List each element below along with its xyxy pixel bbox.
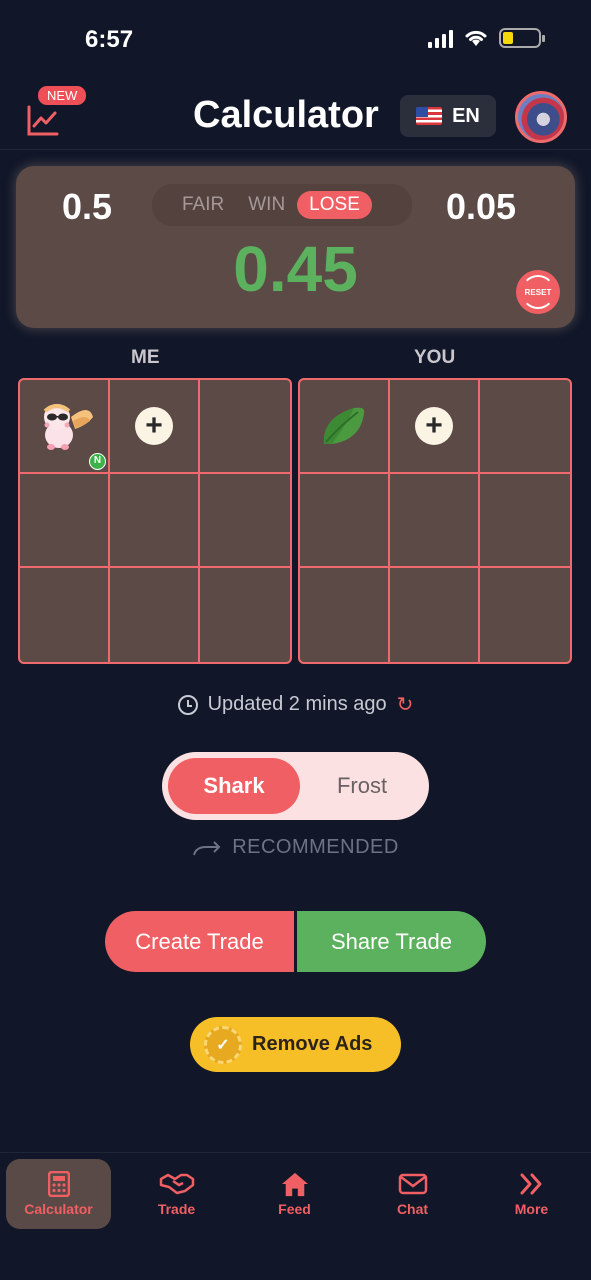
winged-pet-icon bbox=[43, 404, 93, 450]
double-chevron-right-icon bbox=[520, 1173, 541, 1195]
nav-label: Calculator bbox=[24, 1201, 93, 1217]
trend-chart-icon bbox=[27, 105, 59, 136]
language-selector[interactable]: EN bbox=[400, 95, 496, 137]
remove-ads-button[interactable]: ✓ Remove Ads bbox=[190, 1017, 401, 1072]
language-label: EN bbox=[452, 104, 480, 127]
updated-status: Updated 2 mins ago ↻ bbox=[0, 692, 591, 717]
add-item-button[interactable]: + bbox=[135, 407, 173, 445]
tab-lose[interactable]: LOSE bbox=[297, 191, 372, 219]
value-source-toggle: Shark Frost bbox=[162, 752, 429, 820]
trade-value-card: 0.5 FAIR WIN LOSE 0.05 0.45 RESET bbox=[16, 166, 575, 328]
me-item-grid: N + bbox=[18, 378, 292, 664]
mail-icon bbox=[398, 1173, 427, 1195]
you-total-value: 0.05 bbox=[446, 186, 517, 227]
me-total-value: 0.5 bbox=[62, 186, 113, 227]
verified-badge-icon: ✓ bbox=[204, 1025, 242, 1064]
status-time: 6:57 bbox=[85, 26, 134, 53]
status-icons bbox=[428, 28, 545, 48]
you-slot-8[interactable] bbox=[390, 568, 480, 662]
you-slot-1[interactable] bbox=[300, 380, 390, 474]
recommended-label: RECOMMENDED bbox=[232, 836, 399, 858]
new-badge: NEW bbox=[38, 86, 87, 105]
wifi-icon bbox=[465, 30, 487, 46]
you-slot-5[interactable] bbox=[390, 474, 480, 568]
me-slot-6[interactable] bbox=[200, 474, 290, 568]
nav-trade[interactable]: Trade bbox=[124, 1159, 229, 1229]
updated-text: Updated 2 mins ago bbox=[207, 693, 387, 715]
arrow-right-icon bbox=[193, 840, 221, 855]
neon-badge: N bbox=[89, 453, 106, 470]
battery-icon bbox=[499, 28, 545, 48]
you-item-grid: + bbox=[298, 378, 572, 664]
share-trade-button[interactable]: Share Trade bbox=[297, 911, 486, 972]
you-slot-7[interactable] bbox=[300, 568, 390, 662]
me-slot-1[interactable]: N bbox=[20, 380, 110, 474]
stats-button[interactable]: NEW bbox=[26, 86, 87, 142]
handshake-icon bbox=[159, 1173, 194, 1195]
bottom-nav: Calculator Trade Feed Chat More bbox=[0, 1152, 591, 1280]
me-slot-8[interactable] bbox=[110, 568, 200, 662]
me-slot-5[interactable] bbox=[110, 474, 200, 568]
status-bar: 6:57 bbox=[0, 0, 591, 80]
nav-more[interactable]: More bbox=[479, 1159, 584, 1229]
reset-label: RESET bbox=[524, 287, 552, 297]
page-title: Calculator bbox=[193, 94, 379, 136]
tab-fair[interactable]: FAIR bbox=[170, 191, 236, 219]
you-slot-2[interactable]: + bbox=[390, 380, 480, 474]
add-item-button[interactable]: + bbox=[415, 407, 453, 445]
header: NEW Calculator EN bbox=[0, 80, 591, 150]
recommended-hint: RECOMMENDED bbox=[0, 836, 591, 859]
pet-image bbox=[33, 395, 95, 457]
me-slot-9[interactable] bbox=[200, 568, 290, 662]
signal-icon bbox=[428, 28, 453, 48]
you-slot-3[interactable] bbox=[480, 380, 570, 474]
you-slot-6[interactable] bbox=[480, 474, 570, 568]
home-icon bbox=[281, 1172, 308, 1197]
clock-icon bbox=[177, 694, 198, 715]
avatar[interactable] bbox=[515, 91, 567, 143]
leaf-icon bbox=[323, 407, 365, 444]
nav-label: More bbox=[514, 1201, 549, 1217]
me-slot-2[interactable]: + bbox=[110, 380, 200, 474]
me-slot-4[interactable] bbox=[20, 474, 110, 568]
create-trade-button[interactable]: Create Trade bbox=[105, 911, 294, 972]
nav-calculator[interactable]: Calculator bbox=[6, 1159, 111, 1229]
nav-label: Chat bbox=[396, 1201, 429, 1217]
nav-feed[interactable]: Feed bbox=[242, 1159, 347, 1229]
calculator-icon bbox=[47, 1171, 70, 1197]
me-label: ME bbox=[131, 347, 160, 368]
you-label: YOU bbox=[414, 347, 456, 368]
option-shark[interactable]: Shark bbox=[168, 758, 300, 814]
option-frost[interactable]: Frost bbox=[302, 758, 422, 814]
me-slot-3[interactable] bbox=[200, 380, 290, 474]
nav-label: Feed bbox=[278, 1201, 311, 1217]
tab-win[interactable]: WIN bbox=[236, 191, 297, 219]
us-flag-icon bbox=[416, 107, 443, 125]
reset-button[interactable]: RESET bbox=[516, 270, 560, 314]
nav-label: Trade bbox=[157, 1201, 196, 1217]
refresh-icon[interactable]: ↻ bbox=[397, 692, 414, 717]
difference-value: 0.45 bbox=[233, 233, 358, 305]
you-slot-4[interactable] bbox=[300, 474, 390, 568]
nav-chat[interactable]: Chat bbox=[360, 1159, 465, 1229]
remove-ads-label: Remove Ads bbox=[252, 1033, 373, 1055]
you-slot-9[interactable] bbox=[480, 568, 570, 662]
outcome-tabs: FAIR WIN LOSE bbox=[152, 184, 412, 226]
me-slot-7[interactable] bbox=[20, 568, 110, 662]
